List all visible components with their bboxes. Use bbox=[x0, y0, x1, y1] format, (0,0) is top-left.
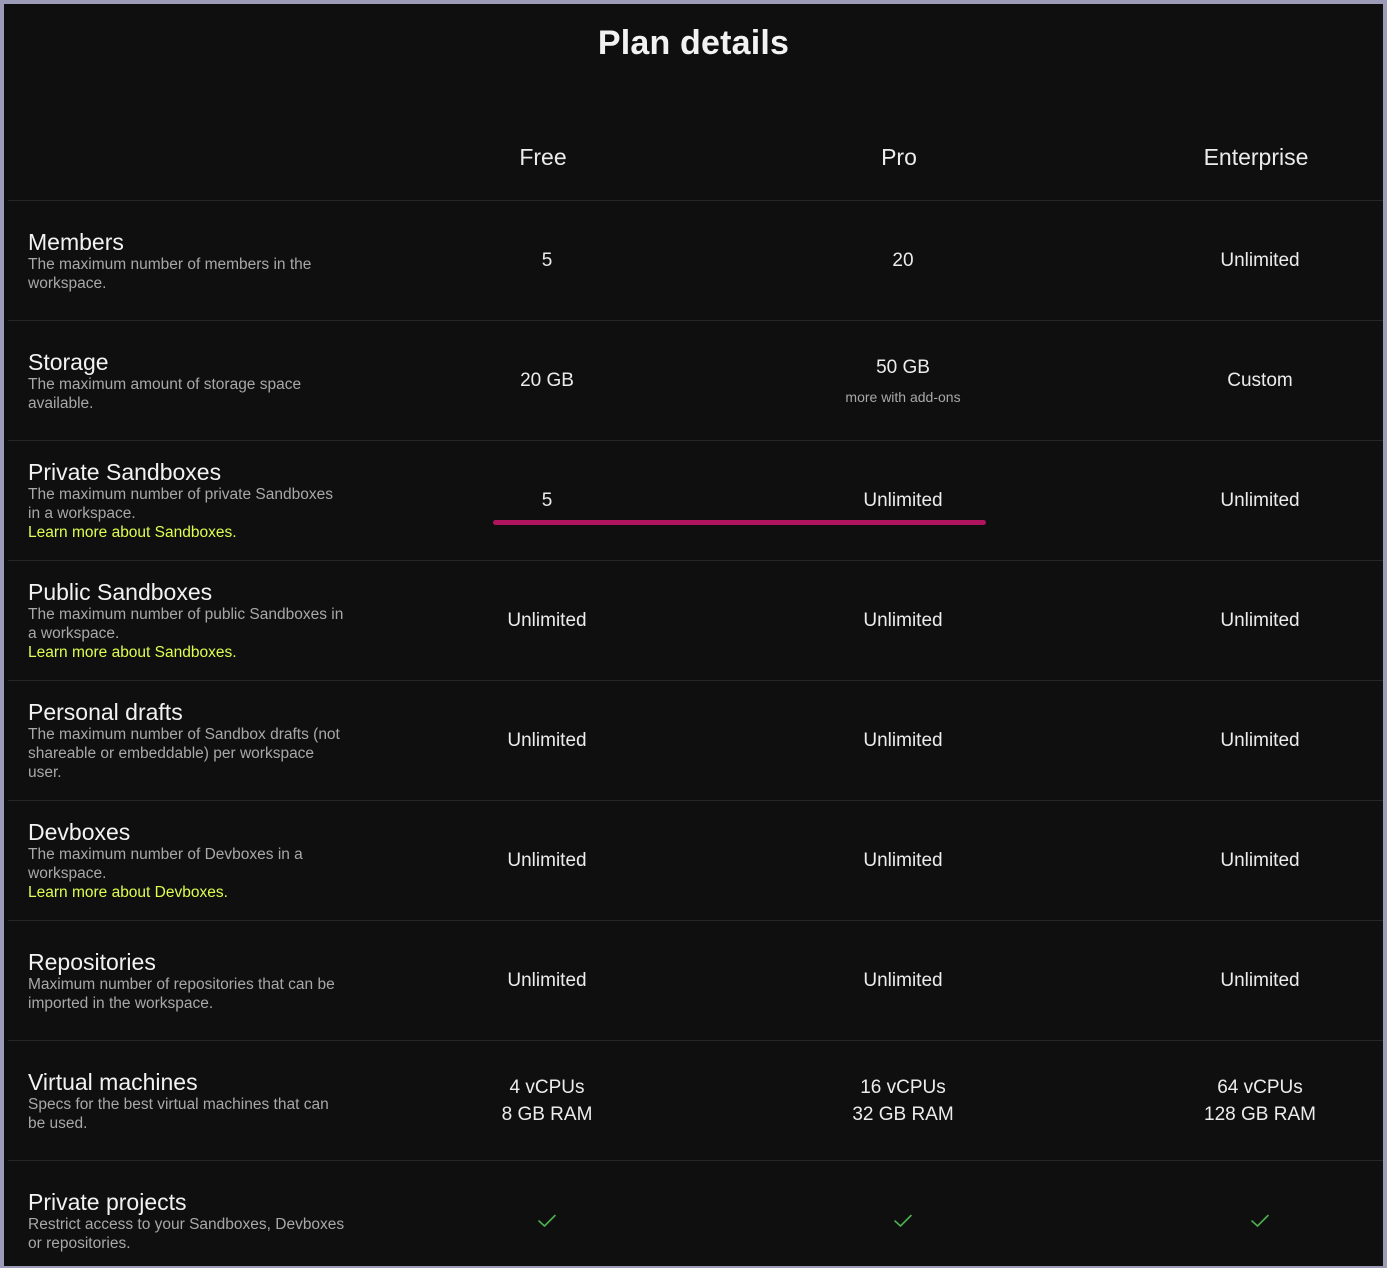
feature-description: The maximum number of private Sandboxes … bbox=[28, 486, 333, 522]
value-main: Unlimited bbox=[1220, 490, 1300, 511]
feature-name: Public Sandboxes bbox=[28, 579, 213, 605]
feature-description: The maximum amount of storage space avai… bbox=[28, 375, 302, 412]
feature-row-private-projects: Private projects Restrict access to your… bbox=[8, 1160, 1383, 1266]
feature-description: Maximum number of repositories that can … bbox=[28, 975, 335, 1012]
feature-row-devboxes: Devboxes The maximum number of Devboxes … bbox=[8, 800, 1383, 920]
checkmark-icon bbox=[538, 1214, 556, 1227]
value-enterprise: Unlimited bbox=[1110, 681, 1383, 800]
value-main: Custom bbox=[1227, 370, 1293, 391]
feature-name: Private Sandboxes bbox=[28, 459, 222, 485]
value-main: Unlimited bbox=[507, 970, 587, 991]
value-pro: 20 bbox=[753, 201, 1053, 320]
feature-description: The maximum number of public Sandboxes i… bbox=[28, 606, 344, 642]
value-main: Unlimited bbox=[1220, 850, 1300, 871]
value-main: Unlimited bbox=[1220, 610, 1300, 631]
learn-more-sandboxes-link[interactable]: Learn more about Sandboxes. bbox=[28, 523, 348, 542]
value-main: 5 bbox=[541, 250, 553, 271]
value-note: more with add-ons bbox=[845, 389, 961, 405]
value-free: 4 vCPUs 8 GB RAM bbox=[397, 1041, 697, 1160]
feature-row-repositories: Repositories Maximum number of repositor… bbox=[8, 920, 1383, 1040]
value-pro: 50 GB more with add-ons bbox=[753, 321, 1053, 440]
value-main: Unlimited bbox=[863, 850, 943, 871]
value-main: Unlimited bbox=[863, 610, 943, 631]
feature-row-members: Members The maximum number of members in… bbox=[8, 200, 1383, 320]
value-enterprise: Unlimited bbox=[1110, 561, 1383, 680]
value-free: 20 GB bbox=[397, 321, 697, 440]
plan-details-panel: Plan details Free Pro Enterprise Members… bbox=[4, 4, 1383, 1266]
value-main: 20 GB bbox=[520, 370, 574, 391]
value-enterprise: Unlimited bbox=[1110, 801, 1383, 920]
value-main: Unlimited bbox=[1220, 730, 1300, 751]
value-main: Unlimited bbox=[863, 730, 943, 751]
value-main: 20 bbox=[892, 250, 914, 271]
value-main: 5 bbox=[541, 490, 553, 511]
value-main: 50 GB bbox=[876, 357, 930, 378]
checkmark-icon bbox=[1251, 1214, 1269, 1227]
value-free bbox=[397, 1161, 697, 1266]
plan-header-pro: Pro bbox=[881, 144, 917, 170]
value-pro: Unlimited bbox=[753, 441, 1053, 560]
feature-description: Restrict access to your Sandboxes, Devbo… bbox=[28, 1215, 345, 1252]
value-enterprise: Custom bbox=[1110, 321, 1383, 440]
value-free: Unlimited bbox=[397, 561, 697, 680]
feature-name: Repositories bbox=[28, 948, 156, 975]
highlight-underline bbox=[493, 520, 986, 525]
value-free: Unlimited bbox=[397, 681, 697, 800]
feature-description: The maximum number of Devboxes in a work… bbox=[28, 846, 303, 882]
learn-more-devboxes-link[interactable]: Learn more about Devboxes. bbox=[28, 883, 348, 902]
value-free: 5 bbox=[397, 201, 697, 320]
value-main: Unlimited bbox=[507, 610, 587, 631]
value-pro: Unlimited bbox=[753, 921, 1053, 1040]
feature-name: Members bbox=[28, 228, 124, 255]
feature-row-private-sandboxes: Private Sandboxes The maximum number of … bbox=[8, 440, 1383, 560]
ram-value: 8 GB RAM bbox=[501, 1103, 593, 1125]
value-main: Unlimited bbox=[1220, 970, 1300, 991]
learn-more-sandboxes-link[interactable]: Learn more about Sandboxes. bbox=[28, 643, 348, 662]
value-enterprise bbox=[1110, 1161, 1383, 1266]
value-enterprise: Unlimited bbox=[1110, 441, 1383, 560]
value-main: Unlimited bbox=[1220, 250, 1300, 271]
feature-row-storage: Storage The maximum amount of storage sp… bbox=[8, 320, 1383, 440]
vcpu-value: 16 vCPUs bbox=[860, 1076, 946, 1098]
feature-row-public-sandboxes: Public Sandboxes The maximum number of p… bbox=[8, 560, 1383, 680]
feature-row-virtual-machines: Virtual machines Specs for the best virt… bbox=[8, 1040, 1383, 1160]
plan-header-free: Free bbox=[519, 144, 567, 170]
value-main: Unlimited bbox=[507, 730, 587, 751]
plan-header-enterprise: Enterprise bbox=[1203, 144, 1309, 170]
value-enterprise: Unlimited bbox=[1110, 201, 1383, 320]
feature-name: Personal drafts bbox=[28, 699, 183, 725]
feature-name: Devboxes bbox=[28, 819, 131, 845]
value-pro bbox=[753, 1161, 1053, 1266]
value-main: Unlimited bbox=[863, 970, 943, 991]
value-free: Unlimited bbox=[397, 801, 697, 920]
value-free: 5 bbox=[397, 441, 697, 560]
value-free: Unlimited bbox=[397, 921, 697, 1040]
value-pro: Unlimited bbox=[753, 561, 1053, 680]
page-title: Plan details bbox=[597, 24, 790, 62]
value-pro: Unlimited bbox=[753, 801, 1053, 920]
feature-row-personal-drafts: Personal drafts The maximum number of Sa… bbox=[8, 680, 1383, 800]
feature-name: Storage bbox=[28, 348, 109, 375]
value-enterprise: Unlimited bbox=[1110, 921, 1383, 1040]
value-main: Unlimited bbox=[507, 850, 587, 871]
value-enterprise: 64 vCPUs 128 GB RAM bbox=[1110, 1041, 1383, 1160]
feature-name: Virtual machines bbox=[28, 1068, 198, 1095]
value-pro: Unlimited bbox=[753, 681, 1053, 800]
ram-value: 32 GB RAM bbox=[852, 1103, 954, 1125]
vcpu-value: 4 vCPUs bbox=[509, 1076, 585, 1098]
feature-name: Private projects bbox=[28, 1188, 187, 1215]
feature-description: The maximum number of members in the wor… bbox=[28, 255, 312, 292]
checkmark-icon bbox=[894, 1214, 912, 1227]
value-pro: 16 vCPUs 32 GB RAM bbox=[753, 1041, 1053, 1160]
feature-description: Specs for the best virtual machines that… bbox=[28, 1095, 329, 1132]
ram-value: 128 GB RAM bbox=[1204, 1103, 1316, 1125]
feature-description: The maximum number of Sandbox drafts (no… bbox=[28, 726, 340, 781]
vcpu-value: 64 vCPUs bbox=[1217, 1076, 1303, 1098]
value-main: Unlimited bbox=[863, 490, 943, 511]
